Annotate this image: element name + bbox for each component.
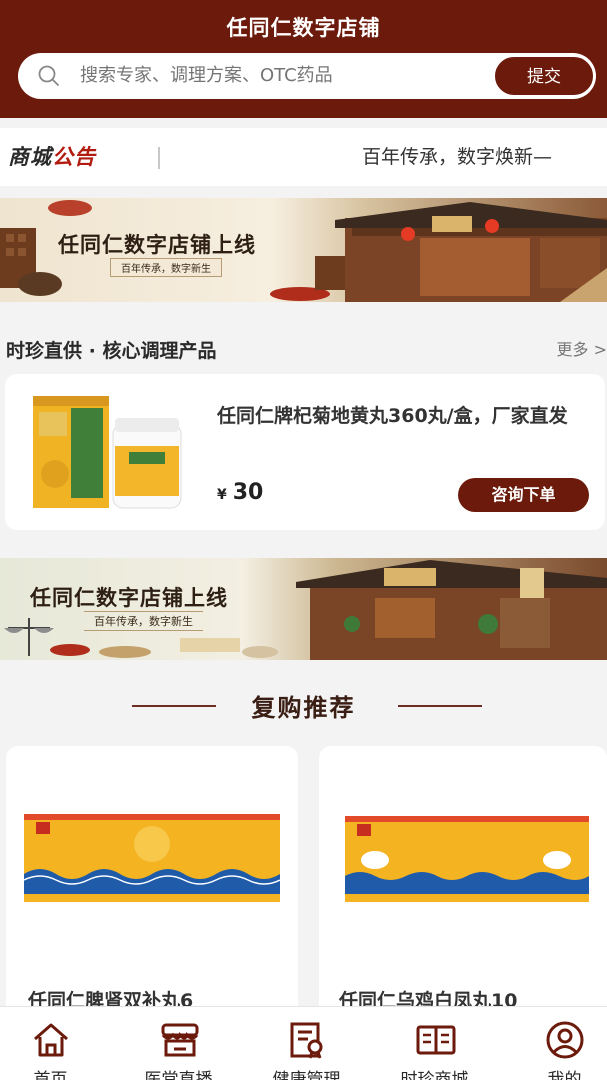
currency-symbol: ¥ (217, 487, 227, 503)
tab-mall[interactable]: 时珍商城 (374, 1007, 495, 1080)
search-submit-button[interactable]: 提交 (494, 56, 594, 96)
product-image (24, 814, 280, 902)
promo-banner-1[interactable]: 任同仁数字店铺上线 百年传承，数字新生 (0, 198, 607, 302)
repurchase-title: 复购推荐 (251, 694, 356, 722)
tab-live[interactable]: 医堂直播 (118, 1007, 239, 1080)
repurchase-section-header: 复购推荐 (0, 686, 607, 726)
featured-section-header: 时珍直供 · 核心调理产品 更多 > (0, 330, 607, 366)
banner-title: 任同仁数字店铺上线 (30, 586, 228, 610)
featured-product-card[interactable]: 任同仁牌杞菊地黄丸360丸/盒，厂家直发 ¥30 咨询下单 (5, 374, 605, 530)
divider-right (398, 705, 482, 707)
announcement-title-accent: 公告 (52, 145, 96, 169)
announcement-bar[interactable]: 商城公告 百年传承，数字焕新— (0, 128, 607, 186)
product-image (345, 816, 589, 902)
product-card[interactable]: 任同仁乌鸡白凤丸10 (319, 746, 607, 1046)
announcement-text: 百年传承，数字焕新— (362, 146, 553, 168)
tab-health[interactable]: 健康管理 (246, 1007, 367, 1080)
book-icon (416, 1025, 456, 1055)
tab-label: 我的 (547, 1070, 582, 1080)
search-bar[interactable]: 提交 (18, 53, 596, 99)
more-link[interactable]: 更多 > (557, 336, 607, 360)
tab-home[interactable]: 首页 (0, 1007, 111, 1080)
product-price: ¥30 (217, 480, 263, 505)
price-value: 30 (232, 480, 264, 505)
announcement-marquee: 百年传承，数字焕新— (170, 128, 607, 186)
consult-order-button[interactable]: 咨询下单 (458, 478, 589, 512)
tab-label: 首页 (33, 1070, 68, 1080)
section-title: 时珍直供 · 核心调理产品 (6, 340, 217, 362)
search-icon (38, 65, 59, 86)
announcement-title: 商城公告 (8, 128, 96, 186)
bottom-tab-bar: 首页 医堂直播 健康管理 时珍商城 我的 (0, 1006, 607, 1080)
banner-subtitle: 百年传承，数字新生 (110, 258, 222, 277)
top-header: 任同仁数字店铺 提交 (0, 0, 607, 118)
banner-subtitle: 百年传承，数字新生 (84, 611, 203, 631)
tab-label: 时珍商城 (400, 1070, 469, 1080)
shop-icon (161, 1023, 199, 1057)
product-card[interactable]: 任同仁脾肾双补丸6 (6, 746, 298, 1046)
announcement-title-main: 商城 (8, 145, 52, 169)
product-name[interactable]: 任同仁牌杞菊地黄丸360丸/盒，厂家直发 (217, 401, 597, 432)
search-input[interactable] (80, 53, 500, 99)
page-title: 任同仁数字店铺 (226, 16, 381, 40)
tab-label: 医堂直播 (144, 1070, 213, 1080)
divider (158, 147, 160, 169)
product-image (33, 396, 182, 509)
promo-banner-2[interactable]: 任同仁数字店铺上线 百年传承，数字新生 (0, 558, 607, 660)
home-icon (34, 1023, 68, 1057)
tab-label: 健康管理 (272, 1070, 341, 1080)
health-record-icon (290, 1022, 323, 1059)
banner-title: 任同仁数字店铺上线 (58, 233, 256, 257)
user-icon (546, 1021, 584, 1059)
tab-profile[interactable]: 我的 (504, 1007, 607, 1080)
